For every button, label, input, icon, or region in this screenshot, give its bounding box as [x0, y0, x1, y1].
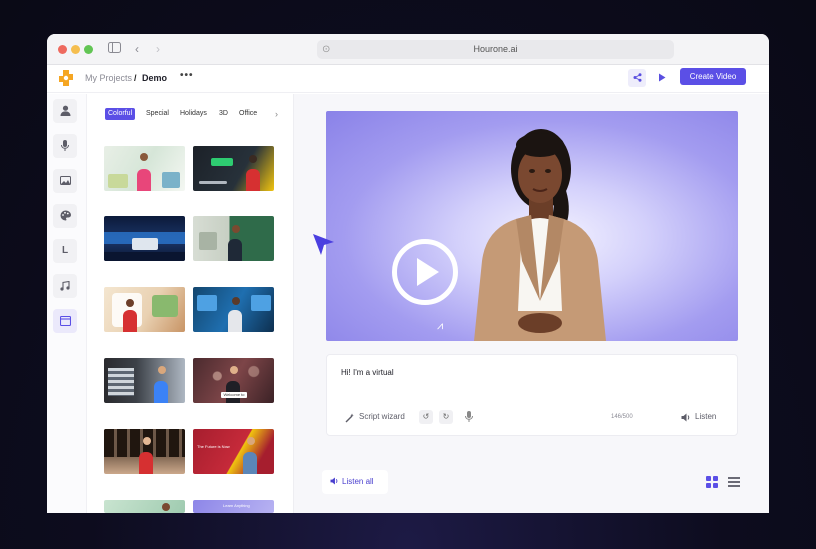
listen-button[interactable]: Listen — [695, 412, 716, 421]
listen-all-button[interactable]: Listen all — [322, 470, 388, 494]
back-icon[interactable]: ‹ — [135, 42, 139, 56]
list-view-icon[interactable] — [728, 476, 740, 488]
rail-voice-button[interactable] — [53, 134, 77, 158]
template-thumbnail[interactable] — [104, 146, 185, 191]
template-thumbnail[interactable] — [104, 429, 185, 474]
thumbnail-caption: Welcome to Brand — [221, 392, 247, 398]
tool-rail: L — [47, 94, 87, 513]
template-thumbnail[interactable] — [193, 216, 274, 261]
template-thumbnail[interactable] — [104, 500, 185, 513]
mic-icon[interactable] — [465, 411, 473, 422]
minimize-window-button[interactable] — [71, 45, 80, 54]
video-preview[interactable]: ⩘ — [326, 111, 738, 341]
browser-titlebar: ‹ › ⊙ Hourone.ai — [47, 34, 769, 65]
grid-view-icon[interactable] — [706, 476, 718, 488]
speaker-icon — [330, 477, 338, 485]
more-options-icon[interactable]: ••• — [180, 70, 194, 81]
sidebar-toggle-icon[interactable] — [108, 42, 121, 53]
maximize-window-button[interactable] — [84, 45, 93, 54]
script-text[interactable]: Hi! I'm a virtual — [341, 368, 394, 377]
rail-avatar-button[interactable] — [53, 99, 77, 123]
editor-main: ⩘ Hi! I'm a virtual Script wizard ↺ ↻ 14… — [294, 94, 769, 513]
browser-window: ‹ › ⊙ Hourone.ai My Projects / Demo ••• … — [47, 34, 769, 513]
filter-special[interactable]: Special — [146, 108, 169, 120]
play-overlay-icon[interactable] — [392, 239, 458, 305]
forward-icon[interactable]: › — [156, 42, 160, 56]
create-video-button[interactable]: Create Video — [680, 68, 746, 85]
rail-layout-button[interactable]: L — [53, 239, 77, 263]
thumbnail-caption: The Future is Now — [197, 444, 230, 449]
url-text: Hourone.ai — [473, 44, 518, 54]
templates-panel: Colorful Special Holidays 3D Office › We… — [87, 94, 293, 513]
preview-play-button[interactable] — [653, 69, 671, 87]
template-thumbnail[interactable] — [104, 287, 185, 332]
template-thumbnail[interactable]: The Future is Now — [193, 429, 274, 474]
person-icon — [60, 105, 70, 116]
rail-templates-button[interactable] — [53, 309, 77, 333]
template-thumbnail[interactable] — [193, 146, 274, 191]
undo-icon[interactable]: ↺ — [419, 410, 433, 424]
template-thumbnail[interactable] — [193, 287, 274, 332]
listen-all-label: Listen all — [342, 477, 374, 486]
rail-image-button[interactable] — [53, 169, 77, 193]
filters-next-icon[interactable]: › — [275, 108, 278, 120]
app-header: My Projects / Demo ••• Create Video — [47, 65, 769, 93]
breadcrumb-demo: Demo — [142, 73, 168, 83]
template-thumbnail[interactable] — [104, 358, 185, 403]
character-count: 146/500 — [611, 414, 633, 420]
filter-office[interactable]: Office — [239, 108, 257, 120]
filter-holidays[interactable]: Holidays — [180, 108, 207, 120]
share-button[interactable] — [628, 69, 646, 87]
address-bar[interactable]: ⊙ Hourone.ai — [317, 40, 674, 59]
script-wizard-button[interactable]: Script wizard — [359, 412, 405, 421]
mic-icon — [61, 140, 69, 151]
play-icon — [659, 73, 666, 82]
speaker-icon — [681, 413, 690, 422]
magic-wand-icon — [345, 413, 354, 423]
template-thumbnail[interactable] — [104, 216, 185, 261]
palette-icon — [60, 210, 71, 221]
brand-watermark-icon: ⩘ — [437, 320, 444, 332]
script-editor[interactable]: Hi! I'm a virtual Script wizard ↺ ↻ 146/… — [326, 354, 738, 436]
breadcrumb-my-projects[interactable]: My Projects — [85, 73, 132, 84]
close-window-button[interactable] — [58, 45, 67, 54]
share-icon — [633, 73, 641, 82]
brand-logo-icon[interactable] — [57, 69, 75, 87]
mouse-cursor-icon — [313, 234, 334, 255]
music-icon — [60, 280, 70, 291]
template-icon — [59, 315, 71, 327]
filter-colorful[interactable]: Colorful — [105, 108, 136, 120]
template-thumbnail[interactable]: Welcome to Brand — [193, 358, 274, 403]
rail-style-button[interactable] — [53, 204, 77, 228]
rail-music-button[interactable] — [53, 274, 77, 298]
site-info-icon: ⊙ — [322, 44, 331, 55]
thumbnail-caption: Learn Anything — [223, 503, 250, 508]
filter-3d[interactable]: 3D — [219, 108, 228, 120]
breadcrumb-separator: / — [134, 73, 137, 83]
template-thumbnail[interactable]: Learn Anything — [193, 500, 274, 513]
redo-icon[interactable]: ↻ — [439, 410, 453, 424]
presenter-avatar — [474, 129, 606, 341]
image-icon — [59, 176, 71, 185]
